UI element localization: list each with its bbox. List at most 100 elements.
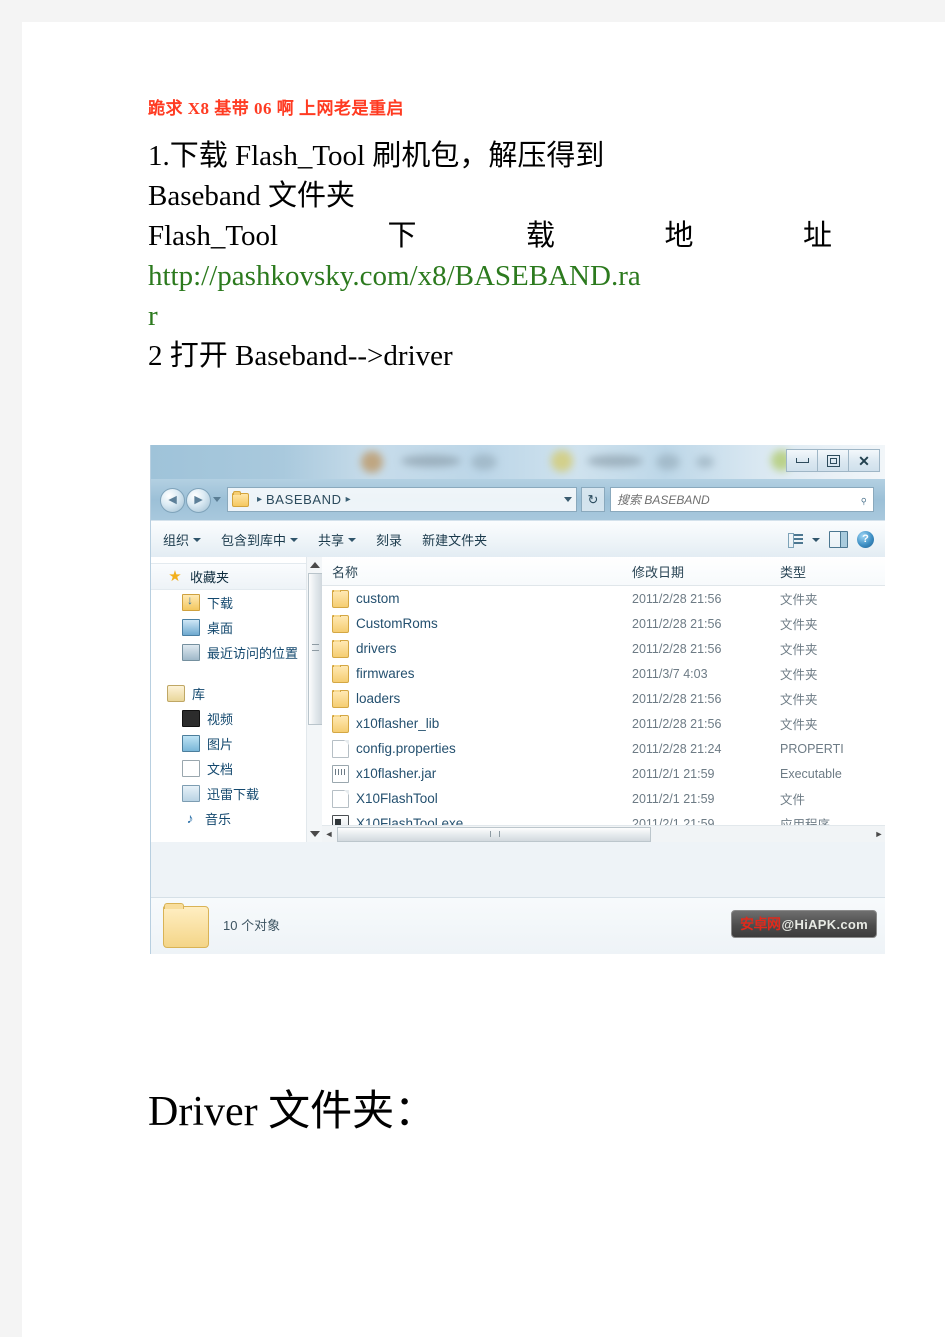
file-type-cell: 文件夹	[780, 668, 818, 682]
close-button[interactable]: ✕	[849, 449, 880, 472]
folder-icon	[232, 490, 249, 507]
red-heading: 跪求 X8 基带 06 啊 上网老是重启	[148, 99, 405, 118]
table-row[interactable]: CustomRoms 2011/2/28 21:56 文件夹	[322, 611, 885, 636]
scroll-right-arrow-icon[interactable]: ►	[872, 829, 885, 839]
sidebar-label-desktop: 桌面	[207, 621, 234, 636]
watermark: 安卓网 @HiAPK.com	[731, 910, 877, 938]
downloads-icon	[182, 593, 200, 611]
toolbar-share[interactable]: 共享	[308, 530, 366, 549]
breadcrumb-separator-icon-2[interactable]: ▸	[346, 494, 351, 505]
desktop-icon	[182, 619, 200, 636]
sidebar-item-desktop[interactable]: 桌面	[151, 615, 322, 640]
flash-tool-label: Flash_Tool	[148, 220, 279, 252]
scrollbar-thumb[interactable]	[308, 573, 323, 725]
address-dropdown-icon[interactable]	[564, 497, 572, 502]
file-name-cell[interactable]: config.properties	[322, 739, 622, 758]
refresh-button[interactable]: ↻	[581, 487, 605, 512]
char-di: 地	[664, 220, 694, 252]
sidebar-label-videos: 视频	[207, 712, 234, 727]
toolbar-burn-label: 刻录	[376, 533, 403, 548]
sidebar-item-recent-places[interactable]: 最近访问的位置	[151, 640, 322, 665]
download-url-line-2[interactable]: r	[148, 296, 848, 336]
star-icon: ★	[168, 568, 182, 585]
table-row[interactable]: x10flasher_lib 2011/2/28 21:56 文件夹	[322, 711, 885, 736]
column-header-date[interactable]: 修改日期	[622, 562, 770, 581]
table-row[interactable]: drivers 2011/2/28 21:56 文件夹	[322, 636, 885, 661]
file-name-cell[interactable]: firmwares	[322, 664, 622, 683]
forward-button[interactable]: ►	[186, 488, 211, 513]
file-name-cell[interactable]: CustomRoms	[322, 614, 622, 633]
folder-icon	[332, 689, 349, 708]
sidebar-item-documents[interactable]: 文档	[151, 756, 322, 781]
sidebar-item-libraries[interactable]: 库	[151, 681, 322, 706]
sidebar-item-downloads[interactable]: 下载	[151, 590, 322, 615]
instruction-line-4: 2 打开 Baseband-->driver	[148, 340, 453, 372]
search-input-placeholder[interactable]: 搜索 BASEBAND	[617, 491, 710, 508]
column-header-name[interactable]: 名称	[322, 562, 622, 581]
preview-pane-icon[interactable]	[829, 531, 848, 548]
download-url-line-1[interactable]: http://pashkovsky.com/x8/BASEBAND.ra	[148, 256, 848, 296]
document-page: 跪求 X8 基带 06 啊 上网老是重启 1.下载 Flash_Tool 刷机包…	[22, 22, 945, 1337]
back-button[interactable]: ◄	[160, 488, 185, 513]
horizontal-scrollbar[interactable]: ◄ ►	[322, 825, 885, 842]
table-row[interactable]: firmwares 2011/3/7 4:03 文件夹	[322, 661, 885, 686]
file-date-cell: 2011/3/7 4:03	[632, 666, 708, 681]
sidebar-item-pictures[interactable]: 图片	[151, 731, 322, 756]
sidebar-item-thunder-download[interactable]: 迅雷下载	[151, 781, 322, 806]
thunder-download-icon	[182, 785, 200, 802]
sidebar-item-music[interactable]: ♪ 音乐	[151, 806, 322, 831]
file-name-cell[interactable]: x10flasher_lib	[322, 714, 622, 733]
navigation-pane-scrollbar[interactable]	[306, 557, 323, 842]
scroll-down-arrow-icon[interactable]	[310, 831, 320, 837]
status-folder-icon	[163, 903, 209, 948]
table-row[interactable]: config.properties 2011/2/28 21:24 PROPER…	[322, 736, 885, 761]
status-bar: 10 个对象 安卓网 @HiAPK.com	[151, 897, 885, 954]
file-name-cell[interactable]: loaders	[322, 689, 622, 708]
char-zai: 载	[526, 220, 556, 252]
folder-icon	[332, 639, 349, 658]
change-view-icon[interactable]	[788, 532, 803, 548]
navigation-pane: ★ 收藏夹 下载 桌面 最近访问的位置 库	[151, 557, 323, 842]
folder-icon	[332, 664, 349, 683]
view-chevron-down-icon[interactable]	[812, 537, 820, 542]
column-header-type[interactable]: 类型	[770, 562, 880, 581]
file-name-label: custom	[356, 591, 400, 606]
download-address-line: Flash_Tool 下 载 地 址	[148, 216, 832, 256]
minimize-button[interactable]	[786, 449, 818, 472]
sidebar-item-videos[interactable]: 视频	[151, 706, 322, 731]
file-name-cell[interactable]: drivers	[322, 639, 622, 658]
file-name-label: loaders	[356, 691, 401, 706]
scroll-left-arrow-icon[interactable]: ◄	[322, 829, 336, 839]
table-row[interactable]: custom 2011/2/28 21:56 文件夹	[322, 586, 885, 611]
toolbar-organize[interactable]: 组织	[151, 530, 211, 549]
table-row[interactable]: X10FlashTool 2011/2/1 21:59 文件	[322, 786, 885, 811]
char-xia: 下	[387, 220, 417, 252]
folder-icon	[332, 614, 349, 633]
toolbar-burn[interactable]: 刻录	[366, 530, 412, 549]
chevron-down-icon	[193, 537, 202, 542]
table-row[interactable]: x10flasher.jar 2011/2/1 21:59 Executable	[322, 761, 885, 786]
file-list-pane: 名称 修改日期 类型 custom 2011/2/28 21:56 文件夹 Cu	[322, 557, 885, 842]
minimize-icon	[795, 458, 809, 463]
file-name-cell[interactable]: custom	[322, 589, 622, 608]
breadcrumb-baseband[interactable]: BASEBAND	[266, 492, 342, 507]
table-row[interactable]: loaders 2011/2/28 21:56 文件夹	[322, 686, 885, 711]
file-name-cell[interactable]: X10FlashTool	[322, 789, 622, 808]
scroll-up-arrow-icon[interactable]	[310, 562, 320, 568]
file-date-cell: 2011/2/28 21:56	[632, 716, 722, 731]
help-icon[interactable]: ?	[857, 531, 874, 548]
horizontal-scrollbar-thumb[interactable]	[337, 826, 651, 842]
search-box[interactable]: 搜索 BASEBAND ⌕	[610, 487, 874, 512]
instruction-line-1: 1.下载 Flash_Tool 刷机包，解压得到	[148, 140, 605, 172]
file-name-cell[interactable]: x10flasher.jar	[322, 764, 622, 783]
toolbar-new-folder[interactable]: 新建文件夹	[412, 530, 497, 549]
sidebar-item-favorites[interactable]: ★ 收藏夹	[151, 563, 322, 590]
documents-icon	[182, 760, 200, 777]
recent-pages-chevron-icon[interactable]	[213, 497, 221, 502]
maximize-button[interactable]	[818, 449, 849, 472]
toolbar-include-in-library[interactable]: 包含到库中	[211, 530, 308, 549]
file-type-cell: PROPERTI	[780, 741, 844, 756]
file-type-cell: 文件夹	[780, 618, 818, 632]
address-bar[interactable]: ▸ BASEBAND ▸	[227, 487, 577, 512]
